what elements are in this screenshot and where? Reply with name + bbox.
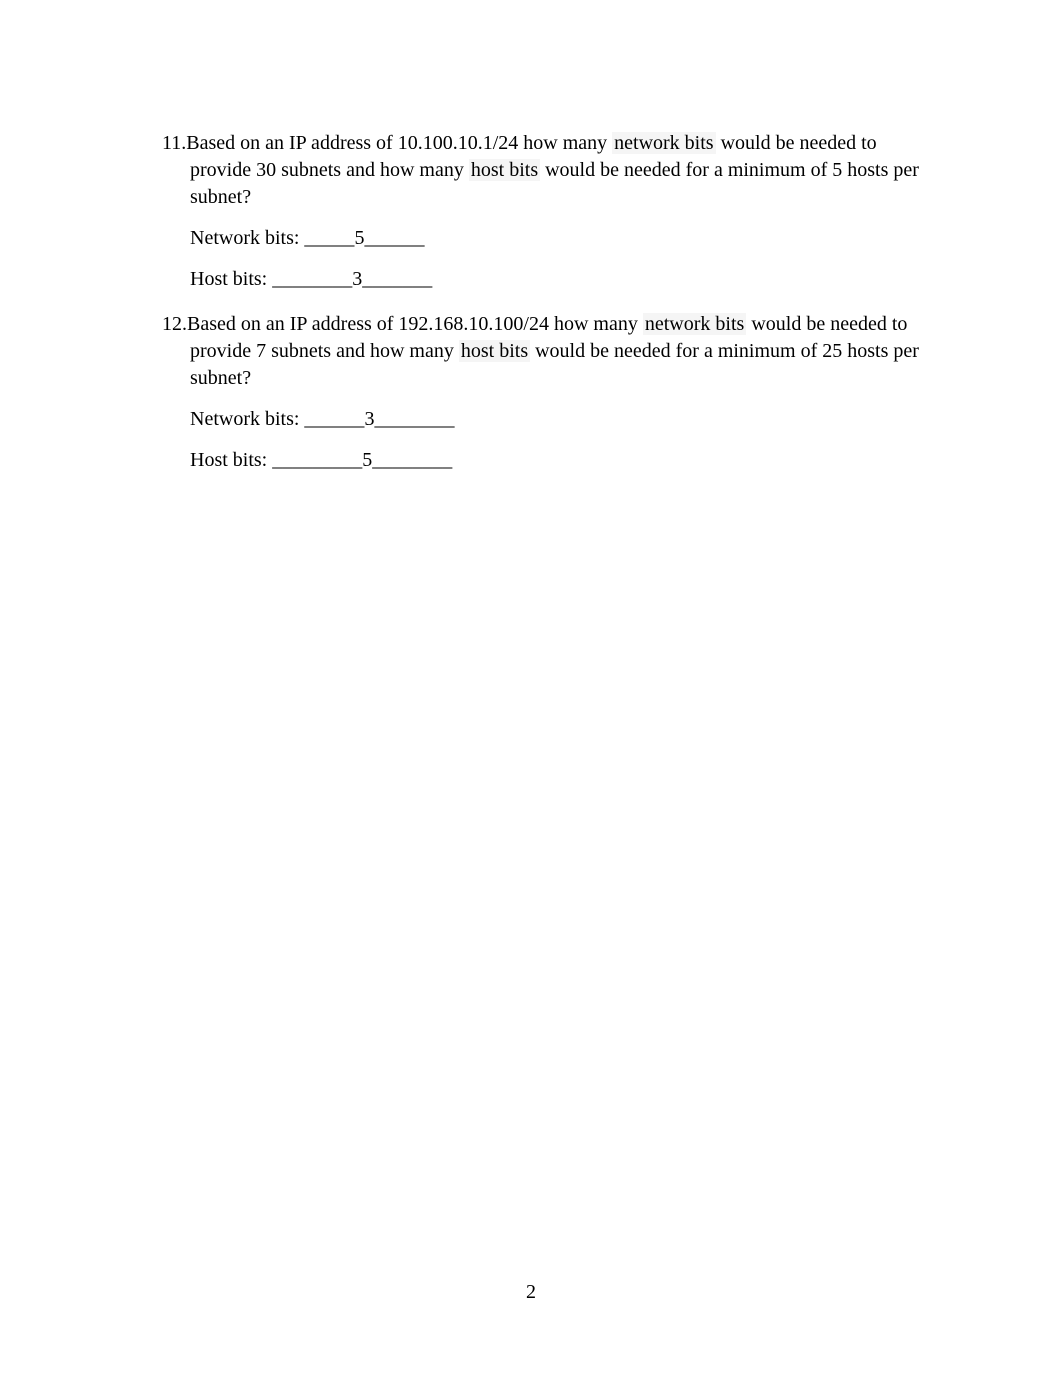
highlight-host-bits: host bits	[469, 159, 540, 181]
answer-value: 3	[352, 268, 362, 290]
question-12: 12.Based on an IP address of 192.168.10.…	[135, 311, 927, 474]
question-text-part: Based on an IP address of 192.168.10.100…	[187, 313, 643, 335]
answer-label: Host bits: _________	[190, 449, 362, 471]
highlight-host-bits: host bits	[459, 340, 530, 362]
question-text-part: Based on an IP address of 10.100.10.1/24…	[186, 132, 612, 154]
answer-suffix: ________	[374, 408, 454, 430]
highlight-network-bits: network bits	[643, 313, 746, 335]
answer-label: Host bits: ________	[190, 268, 352, 290]
question-11: 11.Based on an IP address of 10.100.10.1…	[135, 130, 927, 293]
answer-value: 5	[354, 227, 364, 249]
answer-host-bits: Host bits: ________3_______	[135, 266, 927, 293]
answer-label: Network bits: _____	[190, 227, 354, 249]
question-number: 11.	[162, 132, 186, 154]
highlight-network-bits: network bits	[612, 132, 715, 154]
answer-network-bits: Network bits: ______3________	[135, 406, 927, 433]
answer-value: 3	[364, 408, 374, 430]
answer-label: Network bits: ______	[190, 408, 364, 430]
answer-suffix: _______	[362, 268, 432, 290]
question-11-text: 11.Based on an IP address of 10.100.10.1…	[135, 130, 927, 211]
answer-host-bits: Host bits: _________5________	[135, 447, 927, 474]
answer-network-bits: Network bits: _____5______	[135, 225, 927, 252]
page-number: 2	[0, 1281, 1062, 1304]
answer-suffix: ________	[372, 449, 452, 471]
question-number: 12.	[162, 313, 187, 335]
answer-value: 5	[362, 449, 372, 471]
answer-suffix: ______	[364, 227, 424, 249]
question-12-text: 12.Based on an IP address of 192.168.10.…	[135, 311, 927, 392]
